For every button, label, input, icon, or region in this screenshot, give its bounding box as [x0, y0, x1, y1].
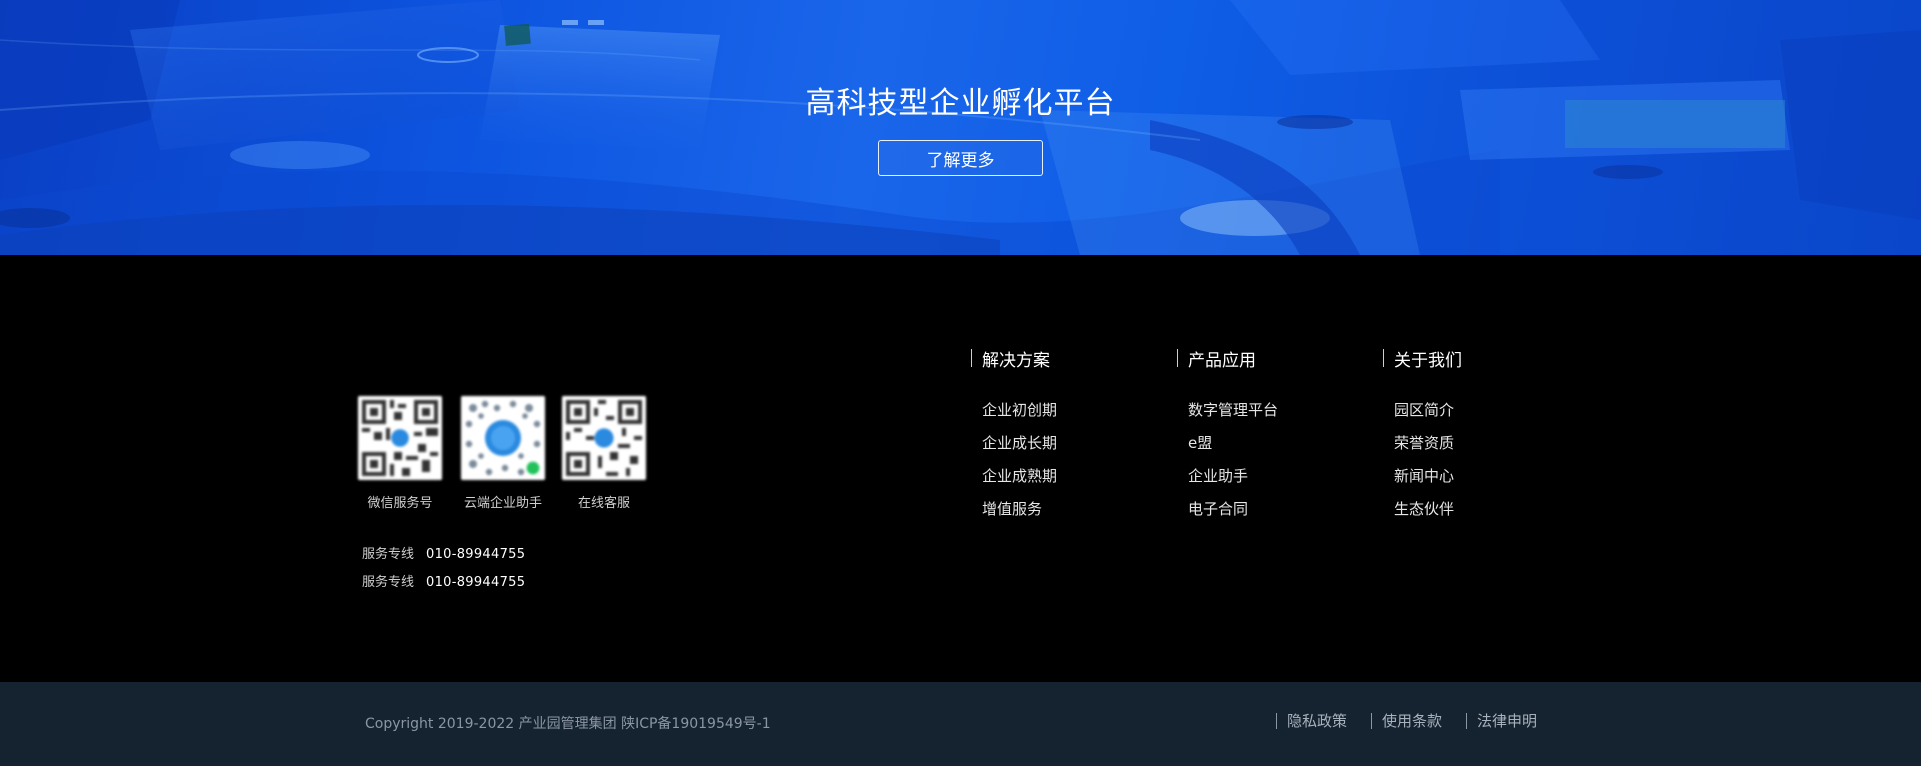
footer-link[interactable]: 园区简介 — [1394, 394, 1553, 427]
qr-item-online-service: 在线客服 — [553, 396, 655, 511]
divider — [1276, 712, 1277, 729]
privacy-policy-link[interactable]: 隐私政策 — [1276, 710, 1347, 731]
footer-main — [0, 255, 1921, 682]
footer-link[interactable]: 新闻中心 — [1394, 460, 1553, 493]
column-links: 园区简介 荣誉资质 新闻中心 生态伙伴 — [1383, 394, 1553, 526]
column-heading: 产品应用 — [1177, 346, 1347, 371]
footer-link[interactable]: 电子合同 — [1188, 493, 1347, 526]
qr-code-icon — [358, 396, 442, 480]
legal-statement-link[interactable]: 法律申明 — [1466, 710, 1537, 731]
footer-link[interactable]: 企业成长期 — [982, 427, 1141, 460]
footer-link[interactable]: 企业成熟期 — [982, 460, 1141, 493]
column-heading: 解决方案 — [971, 346, 1141, 371]
footer-link[interactable]: 企业初创期 — [982, 394, 1141, 427]
terms-of-use-link[interactable]: 使用条款 — [1371, 710, 1442, 731]
column-title: 产品应用 — [1188, 350, 1256, 371]
hero-title: 高科技型企业孵化平台 — [805, 86, 1116, 121]
column-links: 企业初创期 企业成长期 企业成熟期 增值服务 — [971, 394, 1141, 526]
footer-column-about: 关于我们 园区简介 荣誉资质 新闻中心 生态伙伴 — [1383, 346, 1553, 526]
hotline-number[interactable]: 010-89944755 — [426, 575, 525, 590]
footer-column-solutions: 解决方案 企业初创期 企业成长期 企业成熟期 增值服务 — [971, 346, 1141, 526]
column-links: 数字管理平台 e盟 企业助手 电子合同 — [1177, 394, 1347, 526]
hero-background-art — [0, 0, 1921, 255]
column-title: 解决方案 — [982, 350, 1050, 371]
legal-link-label: 隐私政策 — [1287, 712, 1348, 730]
qr-item-cloud-assistant: 云端企业助手 — [452, 396, 554, 511]
legal-links: 隐私政策 使用条款 法律申明 — [1276, 710, 1561, 731]
copyright-text: Copyright 2019-2022 产业园管理集团 陕ICP备1901954… — [365, 716, 771, 732]
footer-link[interactable]: e盟 — [1188, 427, 1347, 460]
qr-code-icon — [461, 396, 545, 480]
qr-item-wechat: 微信服务号 — [349, 396, 451, 511]
divider — [1466, 712, 1468, 729]
hotline-number[interactable]: 010-89944755 — [426, 547, 525, 562]
footer-bottom-bar: Copyright 2019-2022 产业园管理集团 陕ICP备1901954… — [0, 682, 1921, 766]
hero-banner: 高科技型企业孵化平台 了解更多 — [0, 0, 1921, 255]
qr-caption: 在线客服 — [577, 496, 630, 511]
legal-link-label: 法律申明 — [1477, 712, 1538, 730]
hotline-label: 服务专线 — [362, 575, 415, 590]
hotline-row: 服务专线 010-89944755 — [362, 543, 525, 562]
divider — [1383, 349, 1384, 367]
column-heading: 关于我们 — [1383, 346, 1553, 371]
qr-code-icon — [562, 396, 646, 480]
learn-more-button[interactable]: 了解更多 — [878, 140, 1043, 176]
footer-link[interactable]: 生态伙伴 — [1394, 493, 1553, 526]
column-title: 关于我们 — [1394, 350, 1462, 371]
footer-column-products: 产品应用 数字管理平台 e盟 企业助手 电子合同 — [1177, 346, 1347, 526]
qr-caption: 云端企业助手 — [463, 496, 542, 511]
divider — [1371, 712, 1373, 729]
footer-link[interactable]: 数字管理平台 — [1188, 394, 1347, 427]
qr-caption: 微信服务号 — [367, 496, 433, 511]
footer-link[interactable]: 企业助手 — [1188, 460, 1347, 493]
divider — [971, 349, 972, 367]
hotline-row: 服务专线 010-89944755 — [362, 571, 525, 590]
footer-link[interactable]: 增值服务 — [982, 493, 1141, 526]
divider — [1177, 349, 1178, 367]
legal-link-label: 使用条款 — [1382, 712, 1443, 730]
page: 高科技型企业孵化平台 了解更多 微信服务号 云端企业助手 在线客服 服务专线 0… — [0, 0, 1921, 766]
hotline-label: 服务专线 — [362, 547, 415, 562]
footer-link[interactable]: 荣誉资质 — [1394, 427, 1553, 460]
